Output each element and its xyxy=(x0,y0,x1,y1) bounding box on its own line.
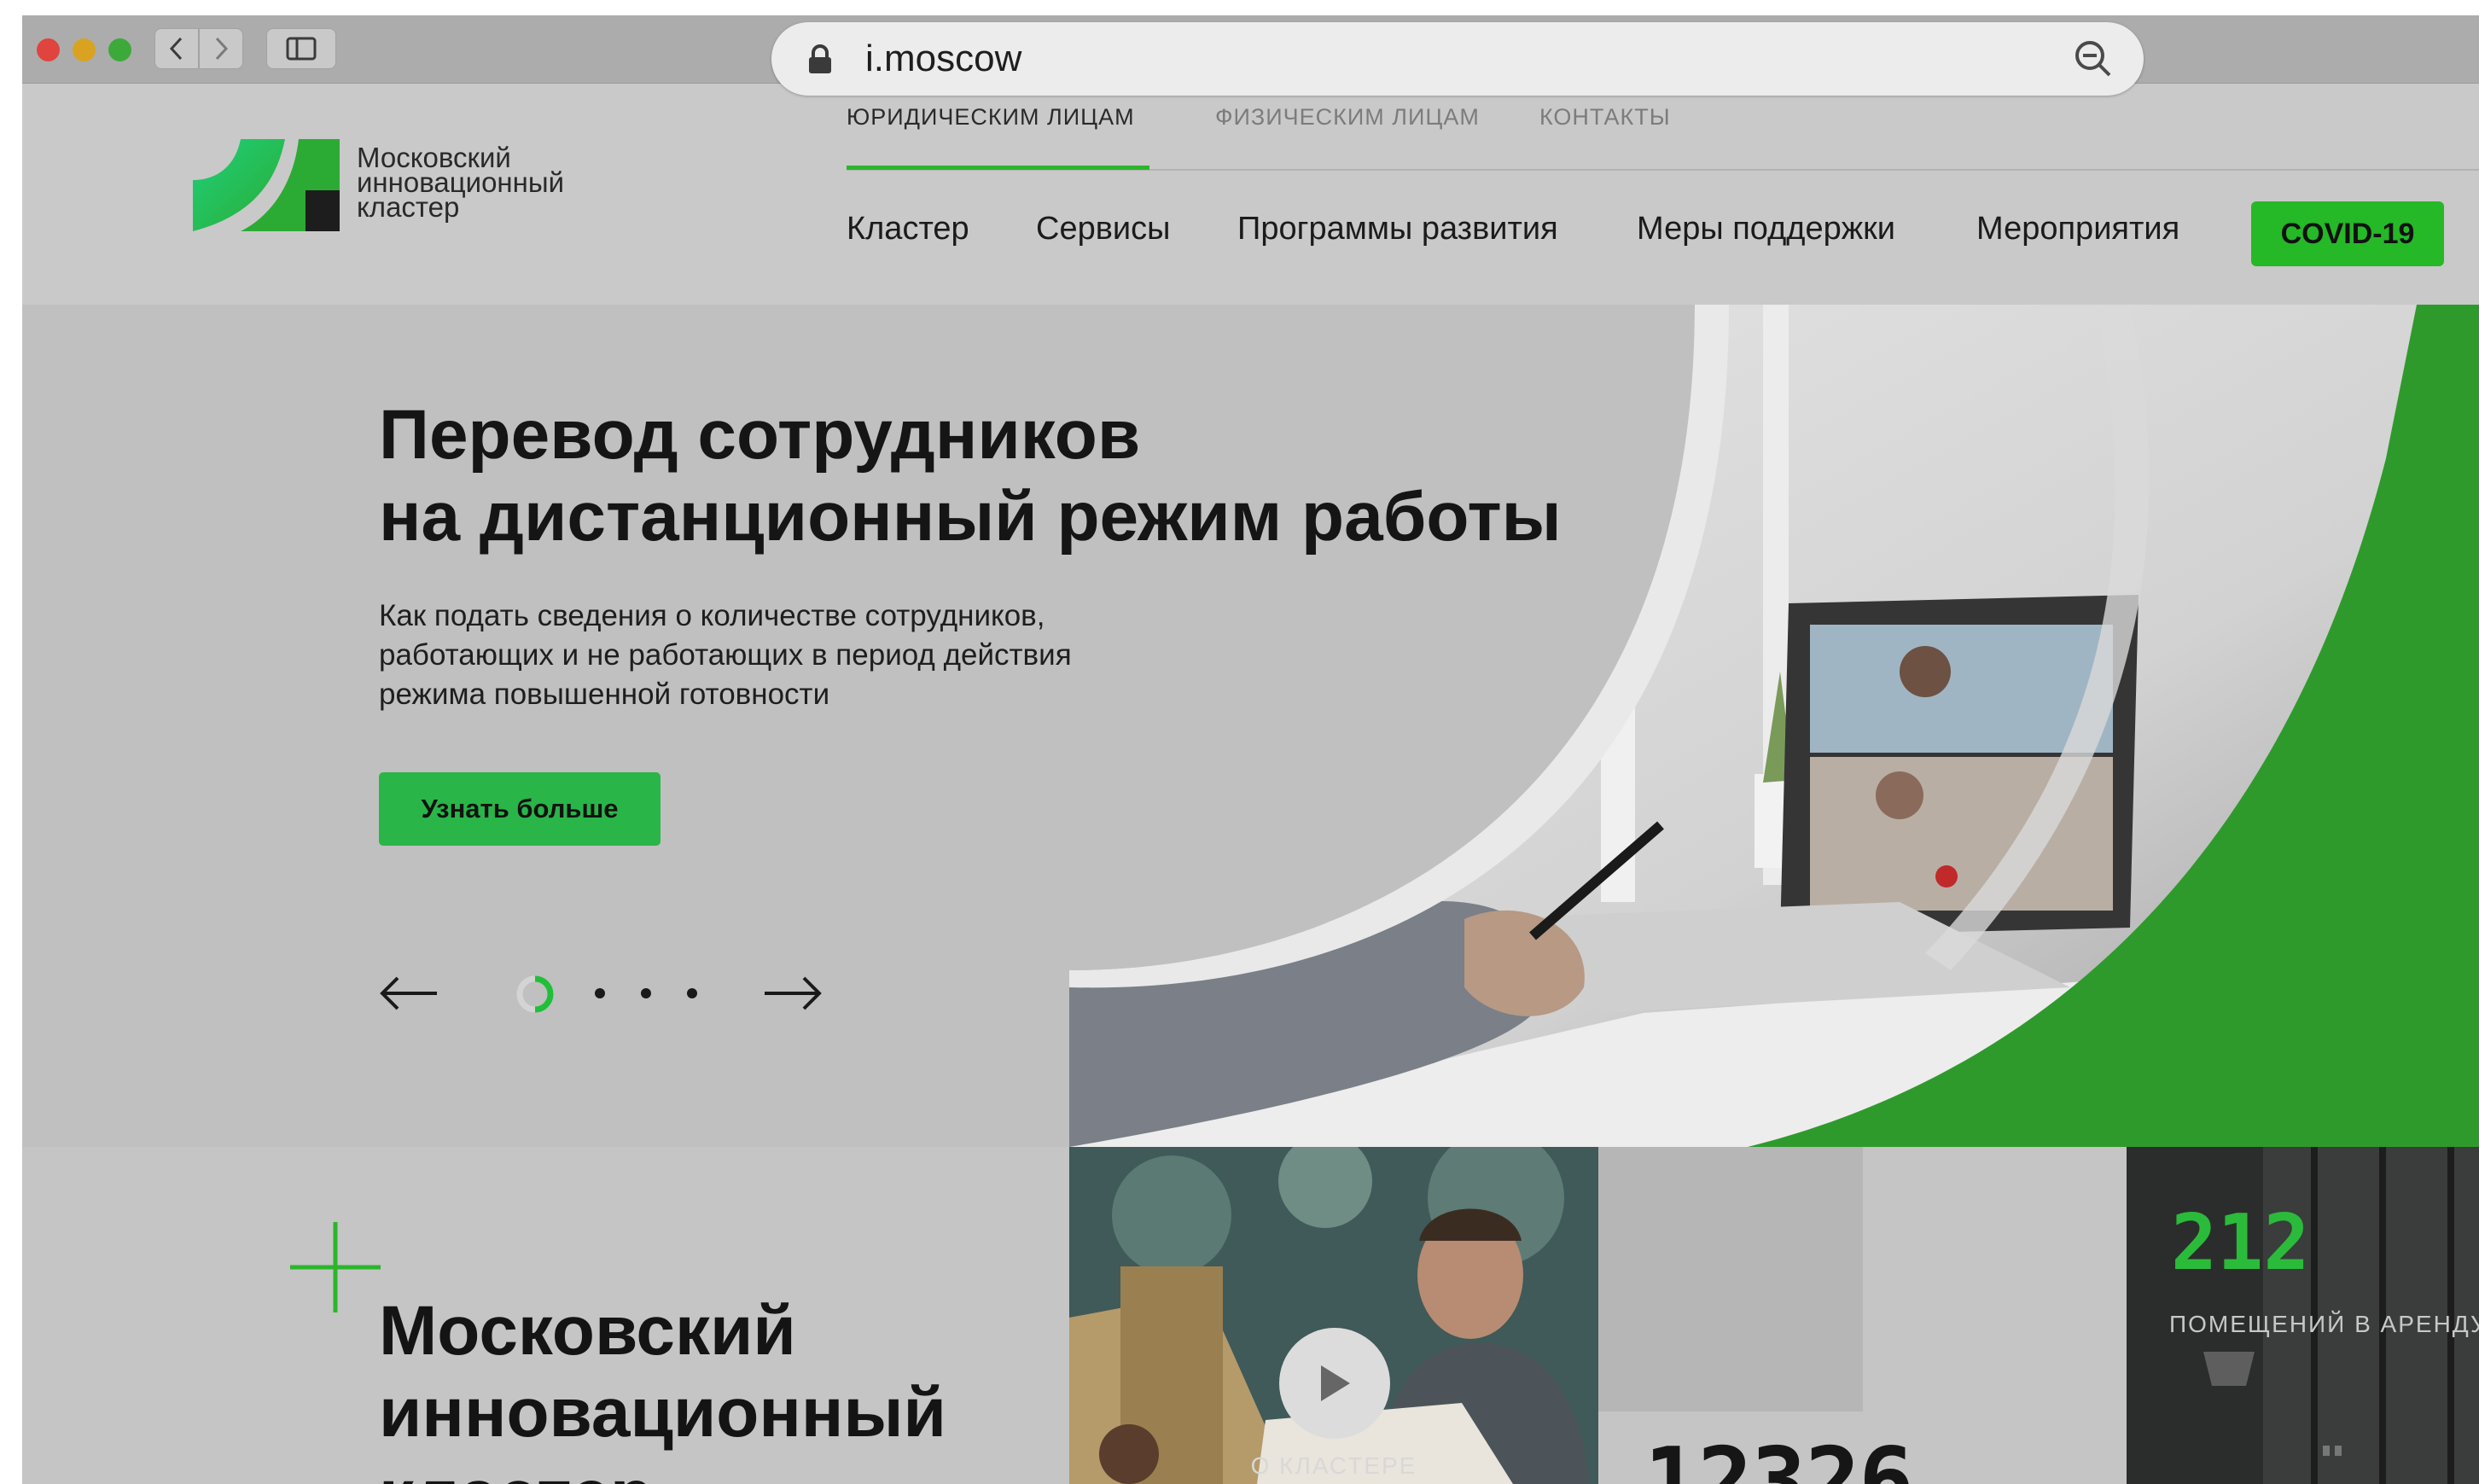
hero-description-line: режима повышенной готовности xyxy=(379,678,830,711)
nav-development-programs[interactable]: Программы развития xyxy=(1237,211,1558,247)
active-tab-underline xyxy=(847,166,1149,170)
site-header: Московский инновационный кластер ЮРИДИЧЕ… xyxy=(22,84,2479,305)
nav-services[interactable]: Сервисы xyxy=(1036,211,1170,247)
back-button[interactable] xyxy=(154,28,199,69)
sidebar-toggle-button[interactable] xyxy=(266,28,336,69)
hero-title-line: Перевод сотрудников xyxy=(379,396,1141,474)
plus-icon xyxy=(290,1222,381,1312)
audience-tabs: ЮРИДИЧЕСКИМ ЛИЦАМ ФИЗИЧЕСКИМ ЛИЦАМ КОНТА… xyxy=(847,84,2479,171)
arrow-left-icon[interactable] xyxy=(379,975,439,1012)
about-title-line: кластер xyxy=(379,1454,946,1484)
browser-window: i.moscow Московский инновационный класте… xyxy=(22,15,2479,1484)
fullscreen-window-button[interactable] xyxy=(108,38,131,61)
nav-events[interactable]: Мероприятия xyxy=(1976,211,2179,247)
image-placeholder xyxy=(1598,1147,1863,1411)
about-title-line: Московский xyxy=(379,1292,796,1370)
about-video[interactable]: О КЛАСТЕРЕ xyxy=(1069,1147,1598,1484)
arrow-right-icon[interactable] xyxy=(763,975,823,1012)
slide-dot[interactable] xyxy=(687,988,697,998)
forward-button[interactable] xyxy=(199,28,243,69)
slide-dot-active-progress[interactable] xyxy=(534,975,554,1013)
hero-description-line: работающих и не работающих в период дейс… xyxy=(379,638,1072,672)
slider-dots[interactable] xyxy=(513,970,709,1018)
hero-title: Перевод сотрудников на дистанционный реж… xyxy=(379,394,1562,558)
video-caption: О КЛАСТЕРЕ xyxy=(1250,1452,1417,1479)
rent-number: 212 xyxy=(2171,1198,2310,1288)
hero-slider: Перевод сотрудников на дистанционный реж… xyxy=(22,305,2479,1147)
about-title: Московский инновационный кластер xyxy=(379,1290,946,1484)
zoom-out-icon[interactable] xyxy=(2074,39,2113,79)
rent-stat-tile[interactable]: 212 ПОМЕЩЕНИЙ В АРЕНДУ xyxy=(2127,1147,2479,1484)
nav-cluster[interactable]: Кластер xyxy=(847,211,969,247)
close-window-button[interactable] xyxy=(37,38,60,61)
play-icon xyxy=(1321,1365,1350,1401)
chevron-left-icon xyxy=(169,37,183,61)
covid-button[interactable]: COVID-19 xyxy=(2251,201,2444,266)
url-text: i.moscow xyxy=(865,38,1022,79)
rent-label: ПОМЕЩЕНИЙ В АРЕНДУ xyxy=(2169,1311,2479,1337)
chevron-right-icon xyxy=(215,37,229,61)
sidebar-icon xyxy=(286,37,317,61)
stat-number: 12326 xyxy=(1644,1429,1914,1484)
tab-legal-entities[interactable]: ЮРИДИЧЕСКИМ ЛИЦАМ xyxy=(847,104,1135,131)
hero-description-line: Как подать сведения о количестве сотрудн… xyxy=(379,599,1045,632)
learn-more-button[interactable]: Узнать больше xyxy=(379,772,660,846)
about-title-line: инновационный xyxy=(379,1374,946,1452)
nav-support-measures[interactable]: Меры поддержки xyxy=(1637,211,1895,247)
logo-line: кластер xyxy=(357,191,460,223)
address-bar[interactable]: i.moscow xyxy=(771,22,2144,96)
slide-dot[interactable] xyxy=(641,988,651,998)
about-section: Московский инновационный кластер О xyxy=(22,1147,2479,1484)
hero-description: Как подать сведения о количестве сотрудн… xyxy=(379,597,1072,714)
hero-title-line: на дистанционный режим работы xyxy=(379,478,1562,556)
slide-dot[interactable] xyxy=(595,988,605,998)
logo-mark[interactable] xyxy=(193,139,340,231)
lock-icon xyxy=(809,44,831,73)
tab-individuals[interactable]: ФИЗИЧЕСКИМ ЛИЦАМ xyxy=(1215,104,1480,131)
play-button[interactable] xyxy=(1279,1328,1390,1439)
tab-contacts[interactable]: КОНТАКТЫ xyxy=(1539,104,1671,131)
logo-text: Московский инновационный кластер xyxy=(357,143,564,223)
minimize-window-button[interactable] xyxy=(73,38,96,61)
